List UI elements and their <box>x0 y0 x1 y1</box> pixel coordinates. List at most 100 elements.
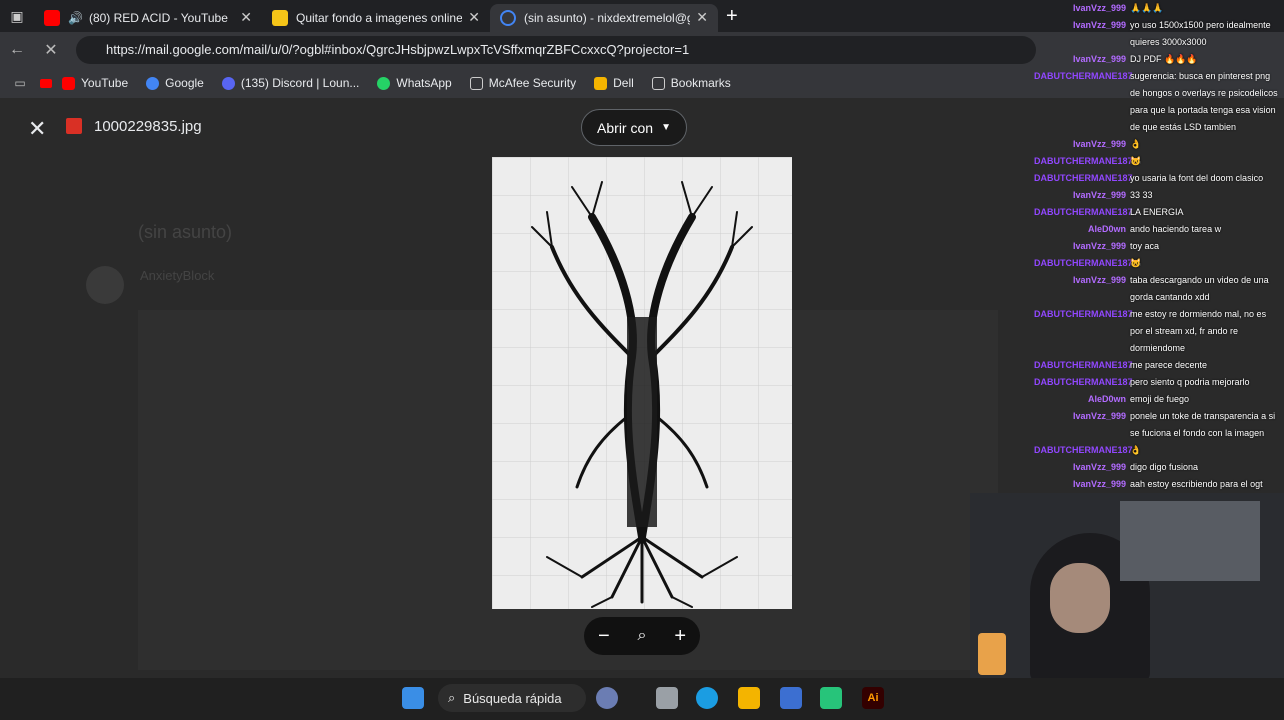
chat-message: IvanVzz_999 toy aca <box>1034 238 1284 255</box>
chat-message: AleD0wn emoji de fuego <box>1034 391 1284 408</box>
chat-text: aah estoy escribiendo para el ogt <box>1130 479 1263 489</box>
google-icon <box>146 76 160 90</box>
chat-text: ando haciendo tarea w <box>1130 224 1222 234</box>
zoom-reset-icon[interactable]: ⌕ <box>638 627 647 645</box>
store-icon[interactable] <box>780 687 802 709</box>
chat-message: IvanVzz_999 🙏🙏🙏 <box>1034 0 1284 17</box>
chat-username: DABUTCHERMANE187 <box>1034 173 1133 183</box>
chat-message: IvanVzz_999 yo uso 1500x1500 pero idealme… <box>1034 17 1284 51</box>
chat-username: IvanVzz_999 <box>1072 275 1126 285</box>
chat-message: DABUTCHERMANE187me parece decente <box>1034 357 1284 374</box>
youtube-icon <box>40 78 52 88</box>
zoom-in-icon[interactable]: + <box>674 625 686 648</box>
chat-text: LA ENERGIA <box>1130 207 1184 217</box>
chat-message: IvanVzz_999 33 33 <box>1034 187 1284 204</box>
chat-text: taba descargando un video de una gorda c… <box>1130 275 1269 302</box>
tab-title: Quitar fondo a imagenes online y <box>296 10 463 25</box>
chat-username: IvanVzz_999 <box>1072 479 1126 489</box>
windows-taskbar <box>0 678 1284 720</box>
chat-text: ponele un toke de transparencia a si se … <box>1130 411 1276 438</box>
bookmark-item[interactable]: YouTube <box>62 76 128 90</box>
chat-text: 33 33 <box>1130 190 1153 200</box>
chat-username: DABUTCHERMANE187 <box>1034 377 1133 387</box>
chat-text: DJ PDF 🔥🔥🔥 <box>1130 54 1198 64</box>
tab-title: (sin asunto) - nixdextremelol@gm <box>524 10 691 25</box>
chat-username: IvanVzz_999 <box>1072 241 1126 251</box>
folder-icon <box>594 76 608 90</box>
bookmark-label: McAfee Security <box>488 76 577 90</box>
page-icon <box>651 76 665 90</box>
tab-remove-bg[interactable]: Quitar fondo a imagenes online y ✕ <box>262 4 490 32</box>
chat-message: IvanVzz_999 digo digo fusiona <box>1034 459 1284 476</box>
close-tab-icon[interactable]: ✕ <box>696 9 708 26</box>
chat-message: IvanVzz_999 taba descargando un video de … <box>1034 272 1284 306</box>
wall-posters <box>1120 501 1260 581</box>
caret-down-icon: ▼ <box>661 122 671 133</box>
close-viewer-icon[interactable]: ✕ <box>28 116 46 142</box>
chat-text: pero siento q podria mejorarlo <box>1130 377 1250 387</box>
chat-text: digo digo fusiona <box>1130 462 1199 472</box>
chat-message: DABUTCHERMANE187👌 <box>1034 442 1284 459</box>
face <box>1050 563 1110 633</box>
close-tab-icon[interactable]: ✕ <box>240 9 252 26</box>
chat-message: DABUTCHERMANE187pero siento q podria mej… <box>1034 374 1284 391</box>
chat-username: IvanVzz_999 <box>1072 190 1126 200</box>
audio-icon[interactable]: 🔊 <box>68 11 83 25</box>
tab-gmail[interactable]: (sin asunto) - nixdextremelol@gm ✕ <box>490 3 718 32</box>
bookmark-item[interactable]: (135) Discord | Loun... <box>221 76 359 90</box>
edge-icon[interactable] <box>696 687 718 709</box>
bookmark-item[interactable]: Dell <box>594 76 634 90</box>
task-view-icon[interactable] <box>656 687 678 709</box>
widgets-icon[interactable] <box>596 687 618 709</box>
chat-text: 😺 <box>1130 258 1142 268</box>
loading-icon <box>500 9 516 26</box>
chat-message: DABUTCHERMANE187😺 <box>1034 255 1284 272</box>
stream-chat-overlay: IvanVzz_999 🙏🙏🙏 IvanVzz_999 yo uso 1500x150… <box>1034 0 1284 490</box>
url-field[interactable]: https://mail.google.com/mail/u/0/?ogbl#i… <box>76 36 1036 64</box>
bookmark-item[interactable]: Google <box>146 76 204 90</box>
youtube-icon <box>62 76 75 90</box>
email-subject: (sin asunto) <box>138 222 233 242</box>
zoom-out-icon[interactable]: − <box>598 625 610 648</box>
chat-username: IvanVzz_999 <box>1072 139 1126 149</box>
bookmark-label: Google <box>165 76 204 90</box>
chat-username: DABUTCHERMANE187 <box>1034 156 1133 166</box>
bookmark-item[interactable]: WhatsApp <box>377 76 452 90</box>
chat-username: IvanVzz_999 <box>1072 54 1126 64</box>
discord-icon[interactable] <box>820 687 842 709</box>
bookmark-item[interactable]: Bookmarks <box>651 76 731 90</box>
chat-username: DABUTCHERMANE187 <box>1034 71 1133 81</box>
chat-text: sugerencia: busca en pinterest png de ho… <box>1130 71 1278 132</box>
bookmark-label: WhatsApp <box>396 76 452 90</box>
youtube-favicon-icon <box>44 9 60 26</box>
back-icon[interactable]: ← <box>0 41 34 59</box>
chat-username: DABUTCHERMANE187 <box>1034 445 1133 455</box>
close-tab-icon[interactable]: ✕ <box>468 9 480 26</box>
chat-username: DABUTCHERMANE187 <box>1034 309 1133 319</box>
file-name: 1000229835.jpg <box>94 118 202 135</box>
cup <box>978 633 1006 675</box>
open-with-button[interactable]: Abrir con ▼ <box>581 109 687 146</box>
stop-loading-icon[interactable]: ✕ <box>34 40 68 60</box>
bookmark-toggle-icon[interactable]: ▭ <box>0 76 40 90</box>
chat-text: 👌 <box>1130 139 1142 149</box>
chat-text: me estoy re dormiendo mal, no es por el … <box>1130 309 1267 353</box>
chat-username: DABUTCHERMANE187 <box>1034 207 1133 217</box>
illustrator-icon[interactable]: Ai <box>862 687 884 709</box>
chat-message: DABUTCHERMANE187sugerencia: busca en pin… <box>1034 68 1284 136</box>
chat-text: 👌 <box>1130 445 1142 455</box>
chat-username: DABUTCHERMANE187 <box>1034 258 1133 268</box>
new-tab-icon[interactable]: + <box>726 5 738 28</box>
tab-actions-icon[interactable]: ▣ <box>0 8 34 25</box>
chat-message: DABUTCHERMANE187LA ENERGIA <box>1034 204 1284 221</box>
tab-youtube[interactable]: 🔊 (80) RED ACID - YouTube ✕ <box>34 4 262 32</box>
chat-message: DABUTCHERMANE187me estoy re dormiendo ma… <box>1034 306 1284 357</box>
bookmark-item[interactable]: McAfee Security <box>469 76 577 90</box>
tree-drawing-image <box>492 157 792 609</box>
file-explorer-icon[interactable] <box>738 687 760 709</box>
chat-text: yo uso 1500x1500 pero idealmente quieres… <box>1130 20 1271 47</box>
taskbar-search[interactable]: ⌕ Búsqueda rápida <box>438 684 586 712</box>
discord-icon <box>221 76 235 90</box>
chat-message: DABUTCHERMANE187😺 <box>1034 153 1284 170</box>
start-icon[interactable] <box>402 687 424 709</box>
